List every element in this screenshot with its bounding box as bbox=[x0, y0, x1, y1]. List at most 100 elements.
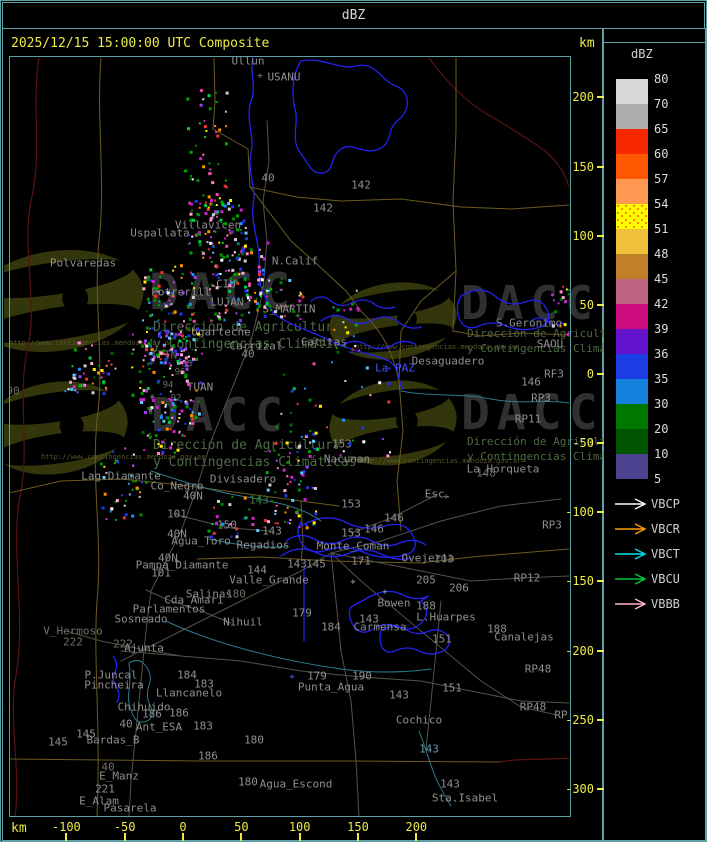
legend-label: VBCR bbox=[651, 522, 680, 536]
place-label: 148 bbox=[476, 466, 496, 480]
colorbar-level-label: 57 bbox=[654, 172, 669, 186]
place-label: Divisadero bbox=[209, 472, 277, 486]
site-marker-icon: + bbox=[443, 492, 449, 503]
place-label: S.Geronimo bbox=[495, 316, 563, 330]
colorbar-level-label: 80 bbox=[654, 72, 669, 86]
y-axis-unit-label: km bbox=[579, 36, 595, 51]
legend-row-vbct bbox=[614, 548, 648, 560]
y-tick-label: -300 bbox=[565, 781, 594, 796]
y-tick-mark bbox=[597, 787, 604, 790]
colorbar-swatch bbox=[616, 304, 648, 329]
x-tick-label: 0 bbox=[179, 820, 187, 834]
place-label: CIU bbox=[216, 277, 236, 291]
x-tick-mark bbox=[356, 833, 359, 841]
place-label: Pampa_Diamante bbox=[135, 558, 229, 572]
place-label: 143 bbox=[249, 493, 269, 507]
place-label: Pasarela bbox=[103, 801, 157, 815]
place-label: 40 bbox=[261, 171, 275, 185]
colorbar-swatch bbox=[616, 379, 648, 404]
place-label: 150 bbox=[217, 518, 237, 532]
colorbar-swatch bbox=[616, 229, 648, 254]
place-label: 40 bbox=[119, 717, 133, 731]
place-label: RP48 bbox=[524, 662, 552, 676]
x-tick-mark bbox=[240, 833, 243, 841]
place-label: Ant_ESA bbox=[135, 720, 183, 734]
y-tick-label: -50 bbox=[572, 436, 594, 451]
place-label: 145 bbox=[306, 557, 326, 571]
place-label: Punta_Agua bbox=[297, 680, 365, 694]
place-label: Ullun bbox=[231, 57, 265, 68]
place-label: LUJAN bbox=[210, 295, 244, 309]
colorbar-level-label: 10 bbox=[654, 447, 669, 461]
colorbar-title: dBZ bbox=[631, 47, 653, 61]
place-label: Canalejas bbox=[494, 630, 554, 644]
legend-row-vbcr bbox=[614, 523, 648, 535]
colorbar-swatch bbox=[616, 404, 648, 429]
place-label: 180 bbox=[226, 587, 246, 601]
colorbar-swatch bbox=[616, 79, 648, 104]
colorbar-swatch bbox=[616, 179, 648, 204]
colorbar-level-label: 36 bbox=[654, 347, 669, 361]
place-label: 180 bbox=[244, 733, 264, 747]
colorbar-swatch bbox=[616, 454, 648, 479]
y-tick-label: -200 bbox=[565, 643, 594, 658]
place-label: 40 bbox=[101, 760, 115, 774]
site-marker-icon: + bbox=[382, 587, 388, 598]
place-label: 146 bbox=[364, 522, 384, 536]
place-label: 143 bbox=[389, 688, 409, 702]
place-label: Carmensa bbox=[353, 620, 407, 634]
y-tick-label: 100 bbox=[572, 228, 594, 243]
legend-row-vbbb bbox=[614, 598, 648, 610]
legend-label: VBCT bbox=[651, 547, 680, 561]
place-label: 186 bbox=[142, 707, 162, 721]
place-label: 145 bbox=[48, 735, 68, 749]
sidebar-divider bbox=[603, 42, 706, 43]
place-label: Sta.Isabel bbox=[431, 791, 499, 805]
y-tick-mark bbox=[597, 442, 604, 445]
place-label: 153 bbox=[341, 526, 361, 540]
legend-label: VBCU bbox=[651, 572, 680, 586]
place-label: 40 bbox=[241, 347, 255, 361]
place-label: Potrerill bbox=[151, 285, 211, 299]
place-label: Agua_Toro bbox=[171, 534, 231, 548]
colorbar-swatch bbox=[616, 329, 648, 354]
y-tick-mark bbox=[597, 511, 604, 514]
place-label: 142 bbox=[313, 201, 333, 215]
place-label: Ajunta bbox=[124, 641, 164, 655]
place-label: 142 bbox=[351, 178, 371, 192]
place-label: 101 bbox=[151, 566, 171, 580]
place-label: Sosneado bbox=[114, 612, 168, 626]
x-axis-unit-label: km bbox=[11, 821, 27, 836]
y-tick-label: 0 bbox=[586, 367, 594, 381]
place-label: 183 bbox=[193, 719, 213, 733]
site-marker-icon: + bbox=[174, 557, 180, 568]
place-label: 205 bbox=[416, 573, 436, 587]
place-label: 143 bbox=[262, 524, 282, 538]
place-label: 153 bbox=[341, 497, 361, 511]
place-label: S_MARTIN bbox=[262, 302, 316, 316]
place-label: N.Calif bbox=[271, 254, 319, 268]
place-label: 221 bbox=[95, 782, 115, 796]
place-label: Villavicen bbox=[174, 218, 242, 232]
legend-row-vbcu bbox=[614, 573, 648, 585]
place-label: Monte_Coman bbox=[316, 539, 390, 553]
x-tick-label: -100 bbox=[51, 820, 81, 834]
vector-arrow-icon bbox=[615, 498, 647, 510]
place-label: RP48 bbox=[519, 700, 547, 714]
place-label: Agua_Escond bbox=[259, 777, 333, 791]
y-tick-mark bbox=[597, 718, 604, 721]
y-tick-label: 200 bbox=[572, 90, 594, 105]
y-tick-label: 150 bbox=[572, 159, 594, 174]
place-label: TUAN bbox=[186, 380, 214, 394]
colorbar-swatch bbox=[616, 254, 648, 279]
place-label: 179 bbox=[292, 606, 312, 620]
place-label: 143 bbox=[287, 557, 307, 571]
place-label: 203 bbox=[434, 552, 454, 566]
colorbar-swatch bbox=[616, 204, 648, 229]
place-label: 90 bbox=[10, 384, 20, 398]
place-label: Nacunan bbox=[323, 452, 371, 466]
colorbar-level-label: 54 bbox=[654, 197, 669, 211]
place-label: 151 bbox=[442, 681, 462, 695]
colorbar-level-label: 5 bbox=[654, 472, 662, 486]
colorbar-swatch bbox=[616, 279, 648, 304]
